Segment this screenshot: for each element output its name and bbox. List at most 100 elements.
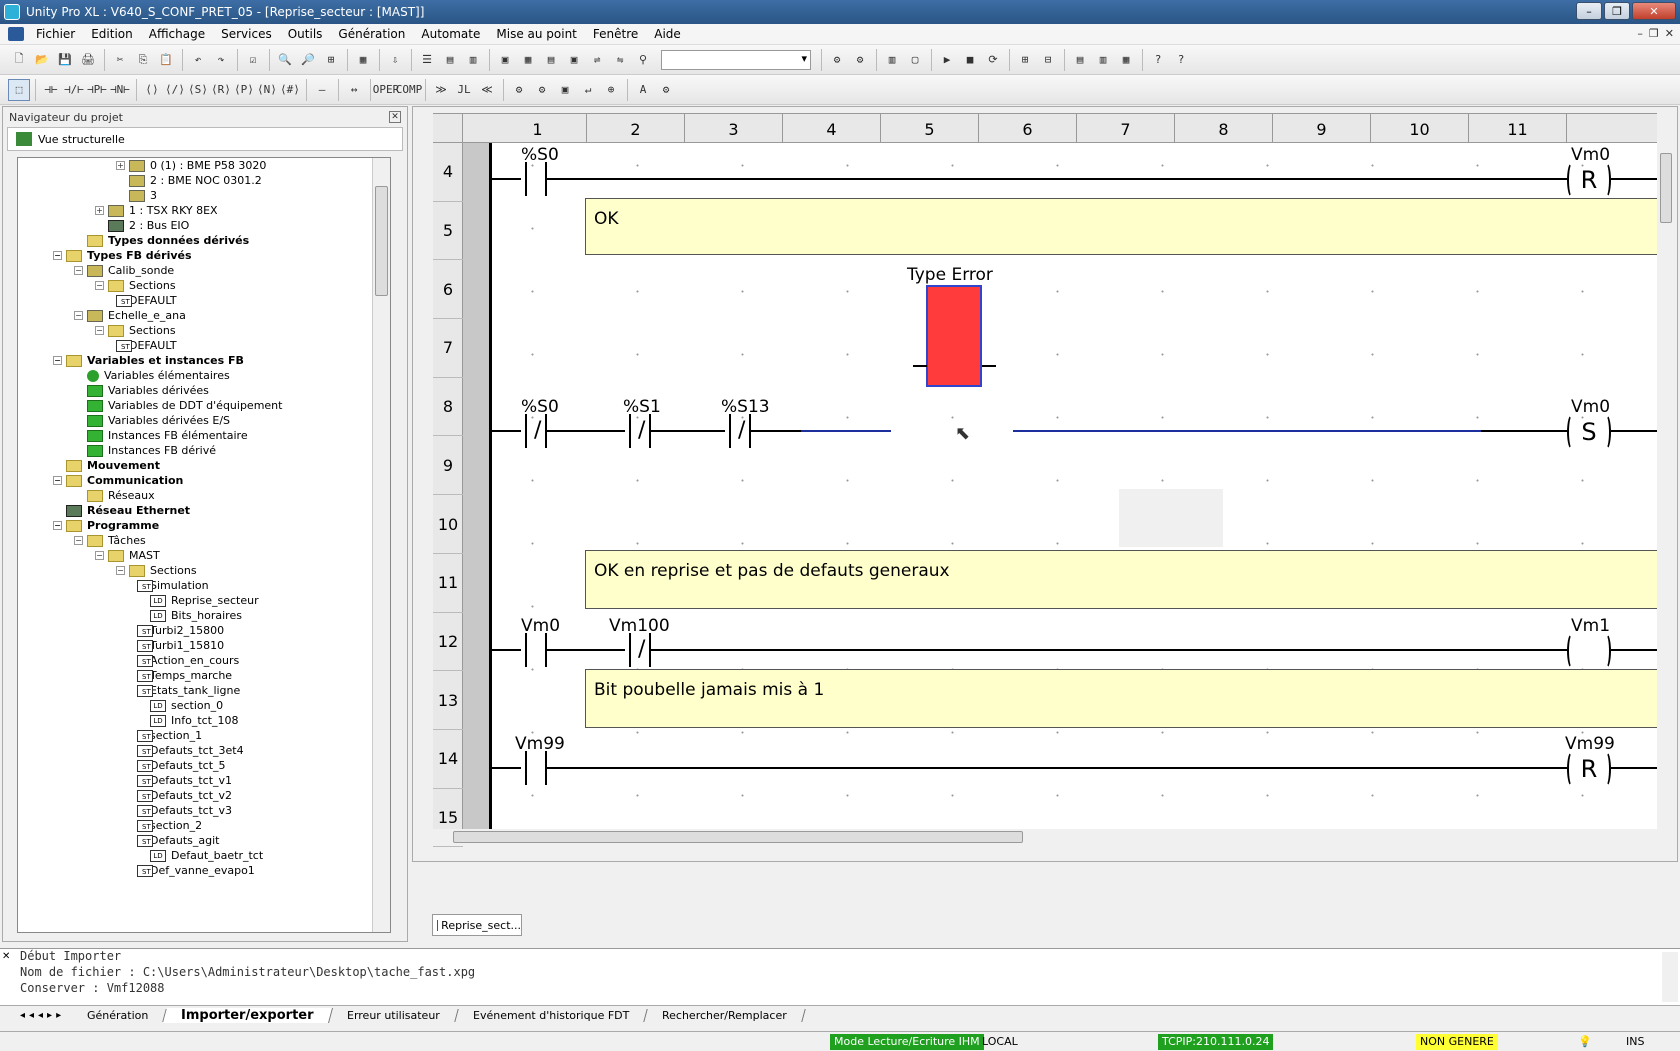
toolbar-icon[interactable]: ⊕	[600, 79, 622, 101]
tree-item[interactable]: − Types FB dérivés	[18, 248, 372, 263]
toolbar-icon[interactable]: 🗋	[8, 49, 30, 71]
tree-item[interactable]: Réseau Ethernet	[18, 503, 372, 518]
tree-item[interactable]: ST Action_en_cours	[18, 653, 372, 668]
editor-horizontal-scrollbar[interactable]	[433, 829, 1659, 845]
tab-erreur-utilisateur[interactable]: Erreur utilisateur	[329, 1008, 459, 1022]
comment-box[interactable]: OK en reprise et pas de defauts generaux	[585, 550, 1659, 609]
toolbar-icon[interactable]: ■	[959, 49, 981, 71]
expand-icon[interactable]: −	[74, 266, 83, 275]
tree-item[interactable]: ST DEFAULT	[18, 338, 372, 353]
reset-coil[interactable]: R	[1567, 751, 1611, 787]
toolbar-icon[interactable]: 📋	[155, 49, 177, 71]
menu-services[interactable]: Services	[213, 27, 280, 41]
tree-item[interactable]: LD section_0	[18, 698, 372, 713]
toolbar-icon[interactable]: ▥	[1092, 49, 1114, 71]
menu-generation[interactable]: Génération	[330, 27, 413, 41]
expand-icon[interactable]: +	[116, 161, 125, 170]
toolbar-icon[interactable]: ⚙	[655, 79, 677, 101]
tree-item[interactable]: Mouvement	[18, 458, 372, 473]
coil[interactable]	[1567, 633, 1611, 669]
toolbar-icon[interactable]: ⊣N⊢	[109, 79, 131, 101]
tree-item[interactable]: Réseaux	[18, 488, 372, 503]
expand-icon[interactable]: +	[95, 206, 104, 215]
toolbar-icon[interactable]: ⊣/⊢	[63, 79, 85, 101]
toolbar-icon[interactable]: ⟨N⟩	[256, 79, 278, 101]
toolbar-icon[interactable]: ⟨P⟩	[233, 79, 255, 101]
tree-item[interactable]: LD Defaut_baetr_tct	[18, 848, 372, 863]
tree-item[interactable]: ST section_1	[18, 728, 372, 743]
expand-icon[interactable]: −	[53, 251, 62, 260]
toolbar-icon[interactable]: ⬚	[8, 78, 30, 101]
tree-item[interactable]: − Sections	[18, 278, 372, 293]
expand-icon[interactable]: −	[95, 551, 104, 560]
toolbar-icon[interactable]: ☰	[416, 49, 438, 71]
tree-item[interactable]: 2 : BME NOC 0301.2	[18, 173, 372, 188]
document-tab[interactable]: Reprise_sect...	[432, 914, 522, 936]
tree-item[interactable]: − Programme	[18, 518, 372, 533]
expand-icon[interactable]: −	[53, 476, 62, 485]
menu-aide[interactable]: Aide	[646, 27, 689, 41]
toolbar-icon[interactable]: JL	[453, 79, 475, 101]
toolbar-icon[interactable]: 🔎	[297, 49, 319, 71]
toolbar-icon[interactable]: ⊣⊢	[40, 79, 62, 101]
document-icon[interactable]	[8, 27, 24, 41]
tree-item[interactable]: Instances FB dérivé	[18, 443, 372, 458]
tree-item[interactable]: ST Defauts_tct_v3	[18, 803, 372, 818]
tree-item[interactable]: ST Etats_tank_ligne	[18, 683, 372, 698]
close-button[interactable]: ✕	[1632, 2, 1676, 20]
toolbar-icon[interactable]: 🖨	[77, 49, 99, 71]
menu-edition[interactable]: Edition	[83, 27, 141, 41]
tree-item[interactable]: ST section_2	[18, 818, 372, 833]
tree-item[interactable]: ST Defauts_tct_v1	[18, 773, 372, 788]
tree-item[interactable]: LD Bits_horaires	[18, 608, 372, 623]
toolbar-icon[interactable]: ⚙	[531, 79, 553, 101]
tree-scrollbar-thumb[interactable]	[375, 186, 388, 296]
tree-item[interactable]: LD Reprise_secteur	[18, 593, 372, 608]
menu-mise-au-point[interactable]: Mise au point	[488, 27, 585, 41]
tree-item[interactable]: ST Defauts_tct_3et4	[18, 743, 372, 758]
selected-wire[interactable]	[801, 430, 891, 432]
tree-item[interactable]: Variables de DDT d'équipement	[18, 398, 372, 413]
toolbar-icon[interactable]: 🔍	[274, 49, 296, 71]
expand-icon[interactable]: −	[95, 281, 104, 290]
expand-icon[interactable]: −	[95, 326, 104, 335]
tree-item[interactable]: ST Turbi1_15810	[18, 638, 372, 653]
tree-item[interactable]: Variables dérivées E/S	[18, 413, 372, 428]
toolbar-icon[interactable]: ⇋	[609, 49, 631, 71]
output-close-icon[interactable]: ✕	[2, 951, 10, 962]
toolbar-icon[interactable]: ≪	[476, 79, 498, 101]
tree-item[interactable]: ST Defauts_tct_5	[18, 758, 372, 773]
tree-item[interactable]: ST DEFAULT	[18, 293, 372, 308]
toolbar-icon[interactable]: ⟨#⟩	[279, 79, 301, 101]
tree-item[interactable]: − Communication	[18, 473, 372, 488]
toolbar-icon[interactable]: ✂	[109, 49, 131, 71]
comment-box[interactable]: Bit poubelle jamais mis à 1	[585, 669, 1659, 728]
expand-icon[interactable]: −	[74, 536, 83, 545]
tree-item[interactable]: ST Def_vanne_evapo1	[18, 863, 372, 878]
tab-generation[interactable]: Génération	[69, 1008, 168, 1022]
toolbar-icon[interactable]: ⟨⟩	[141, 79, 163, 101]
toolbar-icon[interactable]: ⟨R⟩	[210, 79, 232, 101]
toolbar-icon[interactable]: ↔	[343, 79, 365, 101]
toolbar-icon[interactable]: ⊟	[1037, 49, 1059, 71]
menu-outils[interactable]: Outils	[280, 27, 331, 41]
toolbar-icon[interactable]: ▢	[904, 49, 926, 71]
editor-vertical-scrollbar[interactable]	[1657, 113, 1675, 845]
toolbar-icon[interactable]: ↷	[210, 49, 232, 71]
toolbar-icon[interactable]: ☑	[242, 49, 264, 71]
tree-item[interactable]: ST Temps_marche	[18, 668, 372, 683]
toolbar-icon[interactable]: ↶	[187, 49, 209, 71]
toolbar-icon[interactable]: ▤	[1069, 49, 1091, 71]
editor-vscroll-thumb[interactable]	[1660, 153, 1672, 223]
tree-item[interactable]: − MAST	[18, 548, 372, 563]
editor-hscroll-thumb[interactable]	[453, 831, 1023, 843]
toolbar-icon[interactable]: ▤	[439, 49, 461, 71]
toolbar-icon[interactable]: ⎘	[132, 49, 154, 71]
toolbar-icon[interactable]: ▶	[936, 49, 958, 71]
toolbar-icon[interactable]: A	[632, 79, 654, 101]
tree-item[interactable]: − Variables et instances FB	[18, 353, 372, 368]
tree-item[interactable]: 2 : Bus EIO	[18, 218, 372, 233]
tree-item[interactable]: − Echelle_e_ana	[18, 308, 372, 323]
toolbar-icon[interactable]: ▦	[517, 49, 539, 71]
tree-item[interactable]: ST Simulation	[18, 578, 372, 593]
